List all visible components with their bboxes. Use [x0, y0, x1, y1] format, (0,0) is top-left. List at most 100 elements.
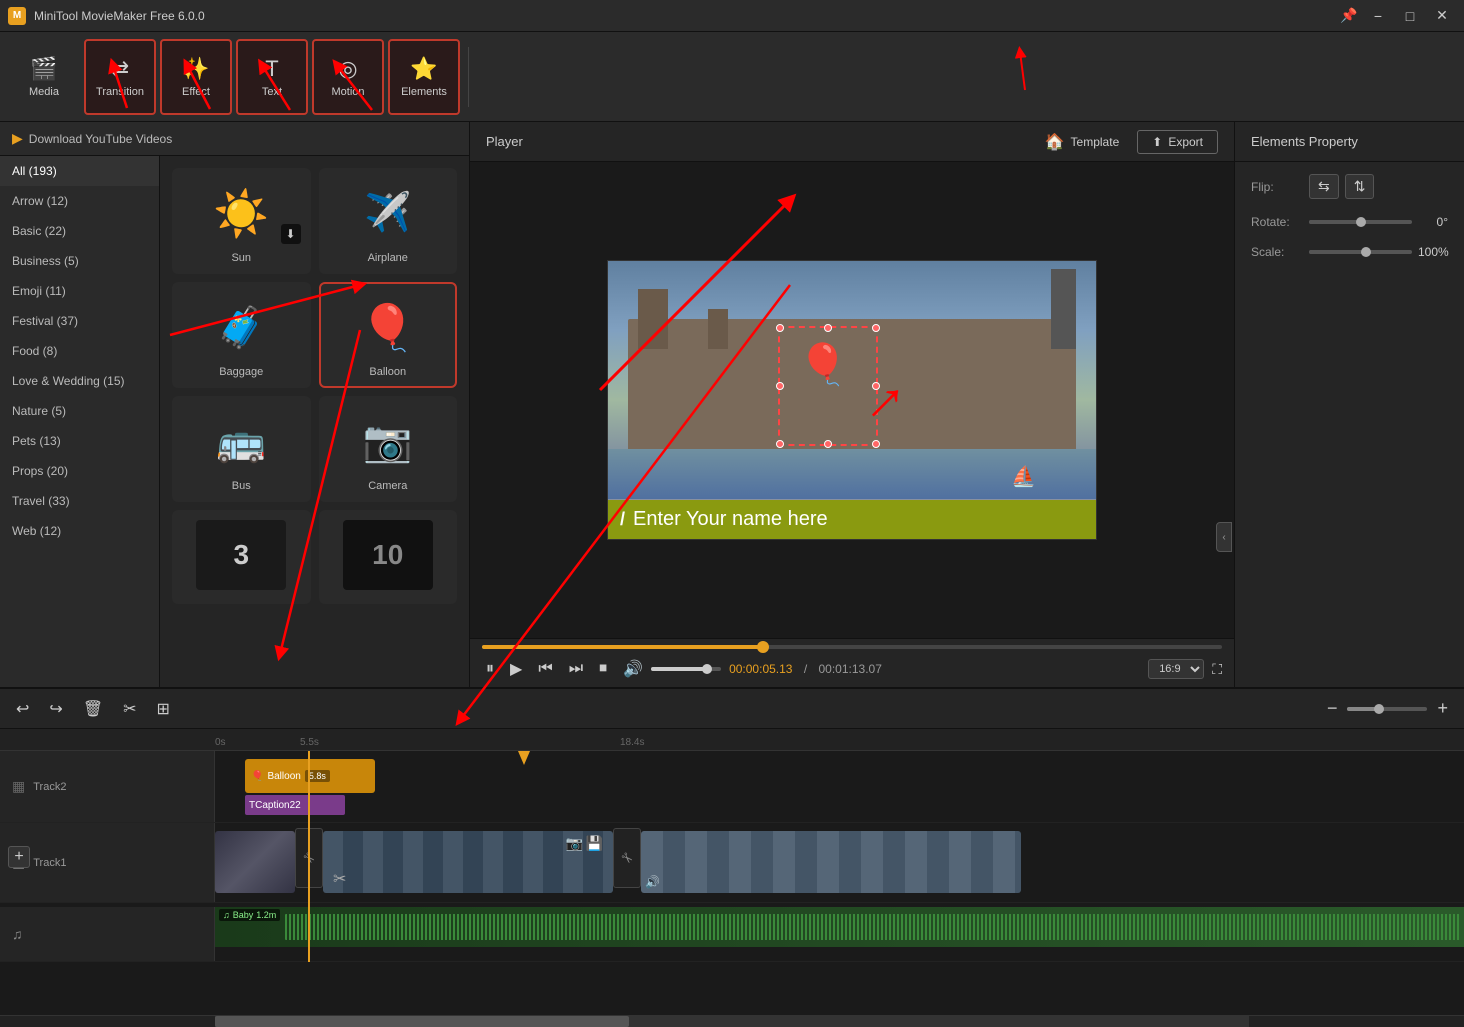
category-travel[interactable]: Travel (33) [0, 486, 159, 516]
pin-button[interactable]: 📌 [1338, 5, 1360, 27]
media-label: Media [29, 86, 59, 98]
balloon-clip-name: Balloon [267, 771, 300, 782]
element-camera[interactable]: 📷 Camera [319, 396, 458, 502]
minimize-button[interactable]: − [1364, 5, 1392, 27]
template-button[interactable]: 🏠 Template [1035, 128, 1130, 156]
camera-label: Camera [368, 480, 407, 492]
play-button[interactable]: ▶ [506, 657, 526, 681]
timeline: ↩ ↪ 🗑 ✂ ⊞ − + 0s 5.5s 18.4s [0, 687, 1464, 1027]
category-web[interactable]: Web (12) [0, 516, 159, 546]
main-video-clip[interactable]: ✂ 📷 💾 [323, 831, 613, 893]
rotate-slider[interactable] [1309, 220, 1412, 224]
rotate-label: Rotate: [1251, 215, 1301, 229]
motion-button[interactable]: ◎ Motion [312, 39, 384, 115]
next-frame-button[interactable]: ⏭ [565, 658, 587, 680]
properties-panel: Flip: ⇆ ⇅ Rotate: 0° [1235, 162, 1464, 271]
audio-duration: 1.2m [256, 910, 276, 920]
expand-arrow[interactable]: ‹ [1216, 522, 1232, 552]
add-track-button[interactable]: + [8, 846, 30, 868]
element-balloon[interactable]: 🎈 Balloon [319, 282, 458, 388]
audio-clip-label: ♫ Baby 1.2m [219, 909, 280, 921]
text-button[interactable]: T Text [236, 39, 308, 115]
flip-horizontal-button[interactable]: ⇆ [1309, 174, 1339, 199]
category-props[interactable]: Props (20) [0, 456, 159, 486]
download-bar[interactable]: ▶ Download YouTube Videos [0, 122, 469, 156]
fullscreen-button[interactable]: ⛶ [1212, 661, 1222, 678]
caption-clip-name: Caption22 [255, 800, 301, 811]
top-right-actions: 🏠 Template ⬆ Export [1035, 128, 1218, 156]
scale-slider[interactable] [1309, 250, 1412, 254]
audio-waveform[interactable]: ♫ Baby 1.2m [215, 907, 1464, 947]
content-area: ▶ Download YouTube Videos All (193) Arro… [0, 122, 1464, 687]
category-food[interactable]: Food (8) [0, 336, 159, 366]
volume-button[interactable]: 🔊 [619, 657, 647, 681]
template-icon: 🏠 [1045, 132, 1065, 152]
scissors-icon: ✂ [299, 848, 319, 868]
undo-button[interactable]: ↩ [12, 695, 33, 723]
media-button[interactable]: 🎬 Media [8, 39, 80, 115]
second-video-clip[interactable]: 🔊 [641, 831, 1021, 893]
category-festival[interactable]: Festival (37) [0, 306, 159, 336]
aspect-ratio-select[interactable]: 16:9 9:16 4:3 1:1 [1148, 659, 1204, 679]
maximize-button[interactable]: □ [1396, 5, 1424, 27]
track2-name: Track2 [33, 781, 66, 793]
category-arrow[interactable]: Arrow (12) [0, 186, 159, 216]
track1-row: ▦ Track1 ✂ [0, 823, 1464, 903]
redo-button[interactable]: ↪ [45, 695, 66, 723]
element-baggage[interactable]: 🧳 Baggage [172, 282, 311, 388]
motion-icon: ◎ [338, 56, 357, 82]
zoom-slider[interactable] [1347, 707, 1427, 711]
category-pets[interactable]: Pets (13) [0, 426, 159, 456]
element-counter3[interactable]: 3 [172, 510, 311, 604]
element-bus[interactable]: 🚌 Bus [172, 396, 311, 502]
airplane-thumb: ✈️ [343, 178, 433, 248]
transition-button[interactable]: ⇄ Transition [84, 39, 156, 115]
track2-content: 🎈 Balloon 5.8s T Caption22 [215, 751, 1464, 822]
sun-download[interactable]: ⬇ [281, 224, 301, 244]
element-sun[interactable]: ☀️ Sun ⬇ [172, 168, 311, 274]
export-button[interactable]: ⬆ Export [1137, 130, 1218, 154]
transition-icon: ⇄ [111, 56, 129, 82]
transition-marker-2: ✂ [613, 828, 641, 888]
progress-bar[interactable] [482, 645, 1222, 649]
timeline-scrollbar[interactable] [0, 1015, 1464, 1027]
category-all[interactable]: All (193) [0, 156, 159, 186]
element-airplane[interactable]: ✈️ Airplane [319, 168, 458, 274]
progress-thumb[interactable] [757, 641, 769, 653]
effect-button[interactable]: ✨ Effect [160, 39, 232, 115]
effect-icon: ✨ [182, 56, 209, 82]
volume-control: 🔊 [619, 657, 721, 681]
element-counter10[interactable]: 10 [319, 510, 458, 604]
volume-slider[interactable] [651, 667, 721, 671]
close-button[interactable]: ✕ [1428, 5, 1456, 27]
export-icon: ⬆ [1152, 135, 1162, 149]
caption-clip[interactable]: T Caption22 [245, 795, 345, 815]
track1-label: ▦ Track1 [0, 823, 215, 902]
video-bg: 🎈 → [608, 261, 1096, 539]
stop-button[interactable]: ⏹ [595, 658, 611, 680]
zoom-in-button[interactable]: + [1433, 696, 1452, 721]
prev-frame-button[interactable]: ⏮ [534, 658, 556, 680]
crop-button[interactable]: ⊞ [153, 695, 174, 723]
pause-button[interactable]: ⏸ [482, 658, 498, 680]
cut-button[interactable]: ✂ [119, 695, 140, 723]
sun-label: Sun [231, 252, 251, 264]
category-love[interactable]: Love & Wedding (15) [0, 366, 159, 396]
video-preview[interactable]: 🎈 → [607, 260, 1097, 540]
category-basic[interactable]: Basic (22) [0, 216, 159, 246]
balloon-clip[interactable]: 🎈 Balloon 5.8s [245, 759, 375, 793]
track2-icon: ▦ [12, 778, 25, 795]
category-nature[interactable]: Nature (5) [0, 396, 159, 426]
delete-button[interactable]: 🗑 [79, 695, 107, 723]
balloon-duration: 5.8s [305, 770, 330, 782]
counter10-thumb: 10 [343, 520, 433, 590]
motion-label: Motion [331, 86, 364, 98]
balloon-preview: 🎈 [798, 341, 848, 388]
flip-label: Flip: [1251, 180, 1301, 194]
category-business[interactable]: Business (5) [0, 246, 159, 276]
scrollbar-thumb[interactable] [215, 1016, 629, 1027]
category-emoji[interactable]: Emoji (11) [0, 276, 159, 306]
zoom-out-button[interactable]: − [1323, 696, 1342, 721]
flip-vertical-button[interactable]: ⇅ [1345, 174, 1375, 199]
elements-button[interactable]: ⭐ Elements [388, 39, 460, 115]
